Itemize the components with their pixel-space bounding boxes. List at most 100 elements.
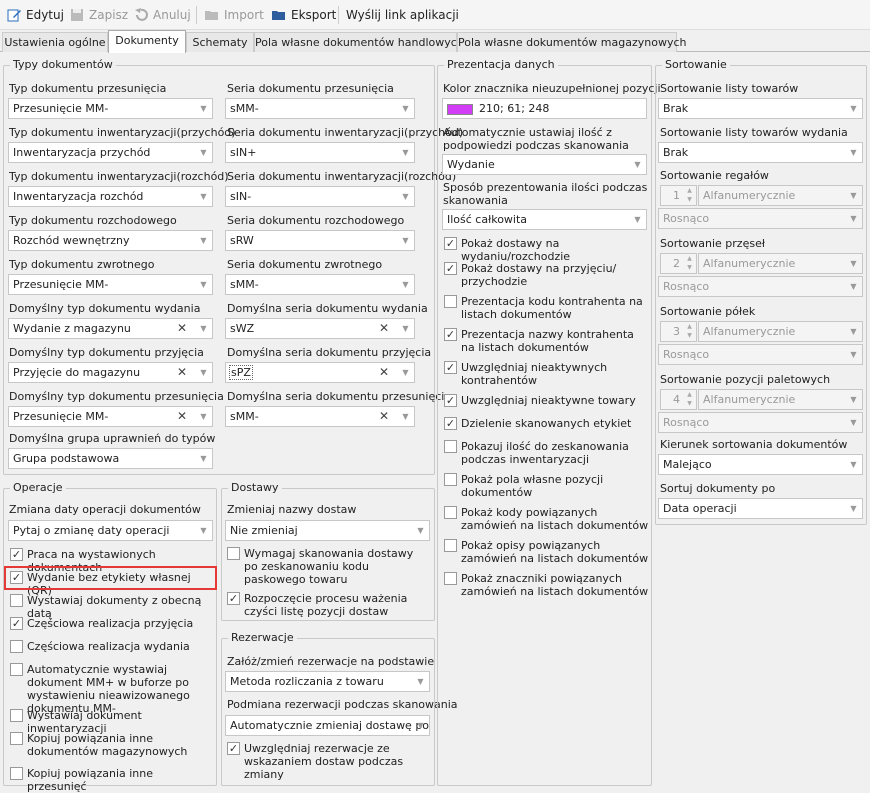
checkbox-empty-icon[interactable]: [444, 295, 457, 308]
send-link-button[interactable]: Wyślij link aplikacji: [346, 5, 459, 25]
sortby-select[interactable]: Data operacji ▼: [658, 498, 863, 519]
checkbox-empty-icon[interactable]: [10, 732, 23, 745]
operations-check[interactable]: Automatycznie wystawiaj dokument MM+ w b…: [10, 663, 212, 715]
items-sort-select[interactable]: Brak ▼: [658, 98, 863, 119]
doc-series-select[interactable]: sIN- ▼: [225, 186, 415, 207]
doc-type-select[interactable]: Przesunięcie MM- ▼: [8, 274, 213, 295]
sort-priority-stepper[interactable]: 1 ▲ ▼: [660, 185, 697, 206]
chevron-down-icon[interactable]: ▼: [845, 322, 862, 341]
operations-check[interactable]: ✓ Częściowa realizacja przyjęcia: [10, 617, 212, 630]
spin-arrows-icon[interactable]: ▲ ▼: [683, 186, 696, 205]
chevron-down-icon[interactable]: ▼: [412, 716, 429, 735]
doc-series-select[interactable]: sIN+ ▼: [225, 142, 415, 163]
checkbox-empty-icon[interactable]: [10, 640, 23, 653]
clear-icon[interactable]: ✕: [174, 320, 190, 337]
chevron-down-icon[interactable]: ▼: [845, 277, 862, 296]
chevron-down-icon[interactable]: ▼: [397, 319, 414, 338]
deliveries-check[interactable]: ✓ Rozpoczęcie procesu ważenia czyści list…: [227, 592, 429, 618]
tab-documents[interactable]: Dokumenty: [108, 30, 186, 53]
chevron-down-icon[interactable]: ▼: [845, 455, 862, 474]
chevron-down-icon[interactable]: ▼: [397, 407, 414, 426]
chevron-down-icon[interactable]: ▼: [397, 231, 414, 250]
cancel-button[interactable]: Anuluj: [133, 5, 191, 25]
tab-custom-fields-warehouse[interactable]: Pola własne dokumentów magazynowych: [457, 32, 687, 52]
reservations-check[interactable]: ✓ Uwzględniaj rezerwacje ze wskazaniem do…: [227, 742, 429, 781]
presentation-check[interactable]: Pokaż znaczniki powiązanych zamówień na …: [444, 572, 649, 598]
checkbox-checked-icon[interactable]: ✓: [444, 394, 457, 407]
doc-series-select[interactable]: sPZ ✕ ▼: [225, 362, 415, 383]
checkbox-empty-icon[interactable]: [10, 767, 23, 780]
checkbox-empty-icon[interactable]: [444, 572, 457, 585]
checkbox-empty-icon[interactable]: [444, 506, 457, 519]
checkbox-checked-icon[interactable]: ✓: [444, 361, 457, 374]
clear-icon[interactable]: ✕: [174, 408, 190, 425]
chevron-down-icon[interactable]: ▼: [195, 187, 212, 206]
chevron-down-icon[interactable]: ▼: [845, 413, 862, 432]
sort-priority-stepper[interactable]: 2 ▲ ▼: [660, 253, 697, 274]
sort-field-select[interactable]: Alfanumerycznie ▼: [698, 321, 863, 342]
chevron-down-icon[interactable]: ▼: [845, 186, 862, 205]
doc-type-select[interactable]: Przesunięcie MM- ▼: [8, 98, 213, 119]
checkbox-checked-icon[interactable]: ✓: [10, 548, 23, 561]
delivery-names-select[interactable]: Nie zmieniaj ▼: [225, 520, 430, 541]
doc-type-select[interactable]: Inwentaryzacja rozchód ▼: [8, 186, 213, 207]
presentation-check[interactable]: Pokaż opisy powiązanych zamówień na list…: [444, 539, 649, 565]
clear-icon[interactable]: ✕: [174, 364, 190, 381]
chevron-down-icon[interactable]: ▼: [845, 254, 862, 273]
sort-field-select[interactable]: Alfanumerycznie ▼: [698, 389, 863, 410]
checkbox-empty-icon[interactable]: [10, 709, 23, 722]
checkbox-checked-icon[interactable]: ✓: [227, 742, 240, 755]
doc-series-select[interactable]: sMM- ✕ ▼: [225, 406, 415, 427]
checkbox-empty-icon[interactable]: [444, 473, 457, 486]
chevron-down-icon[interactable]: ▼: [195, 363, 212, 382]
tab-general[interactable]: Ustawienia ogólne: [2, 32, 108, 52]
deliveries-check[interactable]: Wymagaj skanowania dostawy po zeskanowan…: [227, 547, 429, 586]
chevron-down-icon[interactable]: ▼: [397, 363, 414, 382]
release-sort-select[interactable]: Brak ▼: [658, 142, 863, 163]
spin-arrows-icon[interactable]: ▲ ▼: [683, 390, 696, 409]
presentation-check[interactable]: Pokazuj ilość do zeskanowania podczas in…: [444, 440, 649, 466]
clear-icon[interactable]: ✕: [376, 364, 392, 381]
sort-order-select[interactable]: Rosnąco ▼: [658, 276, 863, 297]
checkbox-checked-icon[interactable]: ✓: [444, 328, 457, 341]
marker-color-picker[interactable]: 210; 61; 248: [442, 98, 647, 119]
sort-order-select[interactable]: Rosnąco ▼: [658, 208, 863, 229]
operations-check[interactable]: Częściowa realizacja wydania: [10, 640, 212, 653]
sort-priority-stepper[interactable]: 4 ▲ ▼: [660, 389, 697, 410]
clear-icon[interactable]: ✕: [376, 320, 392, 337]
chevron-down-icon[interactable]: ▼: [397, 275, 414, 294]
tab-custom-fields-trade[interactable]: Pola własne dokumentów handlowych: [254, 32, 464, 52]
presentation-check[interactable]: ✓ Prezentacja nazwy kontrahenta na listac…: [444, 328, 649, 354]
chevron-down-icon[interactable]: ▼: [195, 143, 212, 162]
checkbox-empty-icon[interactable]: [10, 663, 23, 676]
qty-display-select[interactable]: Ilość całkowita ▼: [442, 209, 647, 230]
checkbox-empty-icon[interactable]: [444, 539, 457, 552]
export-button[interactable]: Eksport: [271, 5, 336, 25]
tab-schemes[interactable]: Schematy: [186, 32, 254, 52]
operations-check[interactable]: Kopiuj powiązania inne przesunięć: [10, 767, 212, 793]
chevron-down-icon[interactable]: ▼: [412, 521, 429, 540]
chevron-down-icon[interactable]: ▼: [845, 143, 862, 162]
sort-priority-stepper[interactable]: 3 ▲ ▼: [660, 321, 697, 342]
checkbox-empty-icon[interactable]: [227, 547, 240, 560]
chevron-down-icon[interactable]: ▼: [845, 499, 862, 518]
sort-order-select[interactable]: Rosnąco ▼: [658, 344, 863, 365]
chevron-down-icon[interactable]: ▼: [195, 275, 212, 294]
doc-series-select[interactable]: sMM- ▼: [225, 98, 415, 119]
presentation-check[interactable]: ✓ Pokaż dostawy na wydaniu/rozchodzie: [444, 237, 649, 263]
chevron-down-icon[interactable]: ▼: [195, 319, 212, 338]
sort-field-select[interactable]: Alfanumerycznie ▼: [698, 185, 863, 206]
chevron-down-icon[interactable]: ▼: [195, 99, 212, 118]
presentation-check[interactable]: ✓ Pokaż dostawy na przyjęciu/ przychodzie: [444, 262, 649, 288]
presentation-check[interactable]: Pokaż pola własne pozycji dokumentów: [444, 473, 649, 499]
sort-field-select[interactable]: Alfanumerycznie ▼: [698, 253, 863, 274]
checkbox-checked-icon[interactable]: ✓: [444, 262, 457, 275]
chevron-down-icon[interactable]: ▼: [195, 449, 212, 468]
auto-qty-select[interactable]: Wydanie ▼: [442, 154, 647, 175]
group-rights-select[interactable]: Grupa podstawowa ▼: [8, 448, 213, 469]
doc-series-select[interactable]: sRW ▼: [225, 230, 415, 251]
chevron-down-icon[interactable]: ▼: [397, 143, 414, 162]
clear-icon[interactable]: ✕: [376, 408, 392, 425]
checkbox-empty-icon[interactable]: [444, 440, 457, 453]
doc-type-select[interactable]: Przesunięcie MM- ✕ ▼: [8, 406, 213, 427]
